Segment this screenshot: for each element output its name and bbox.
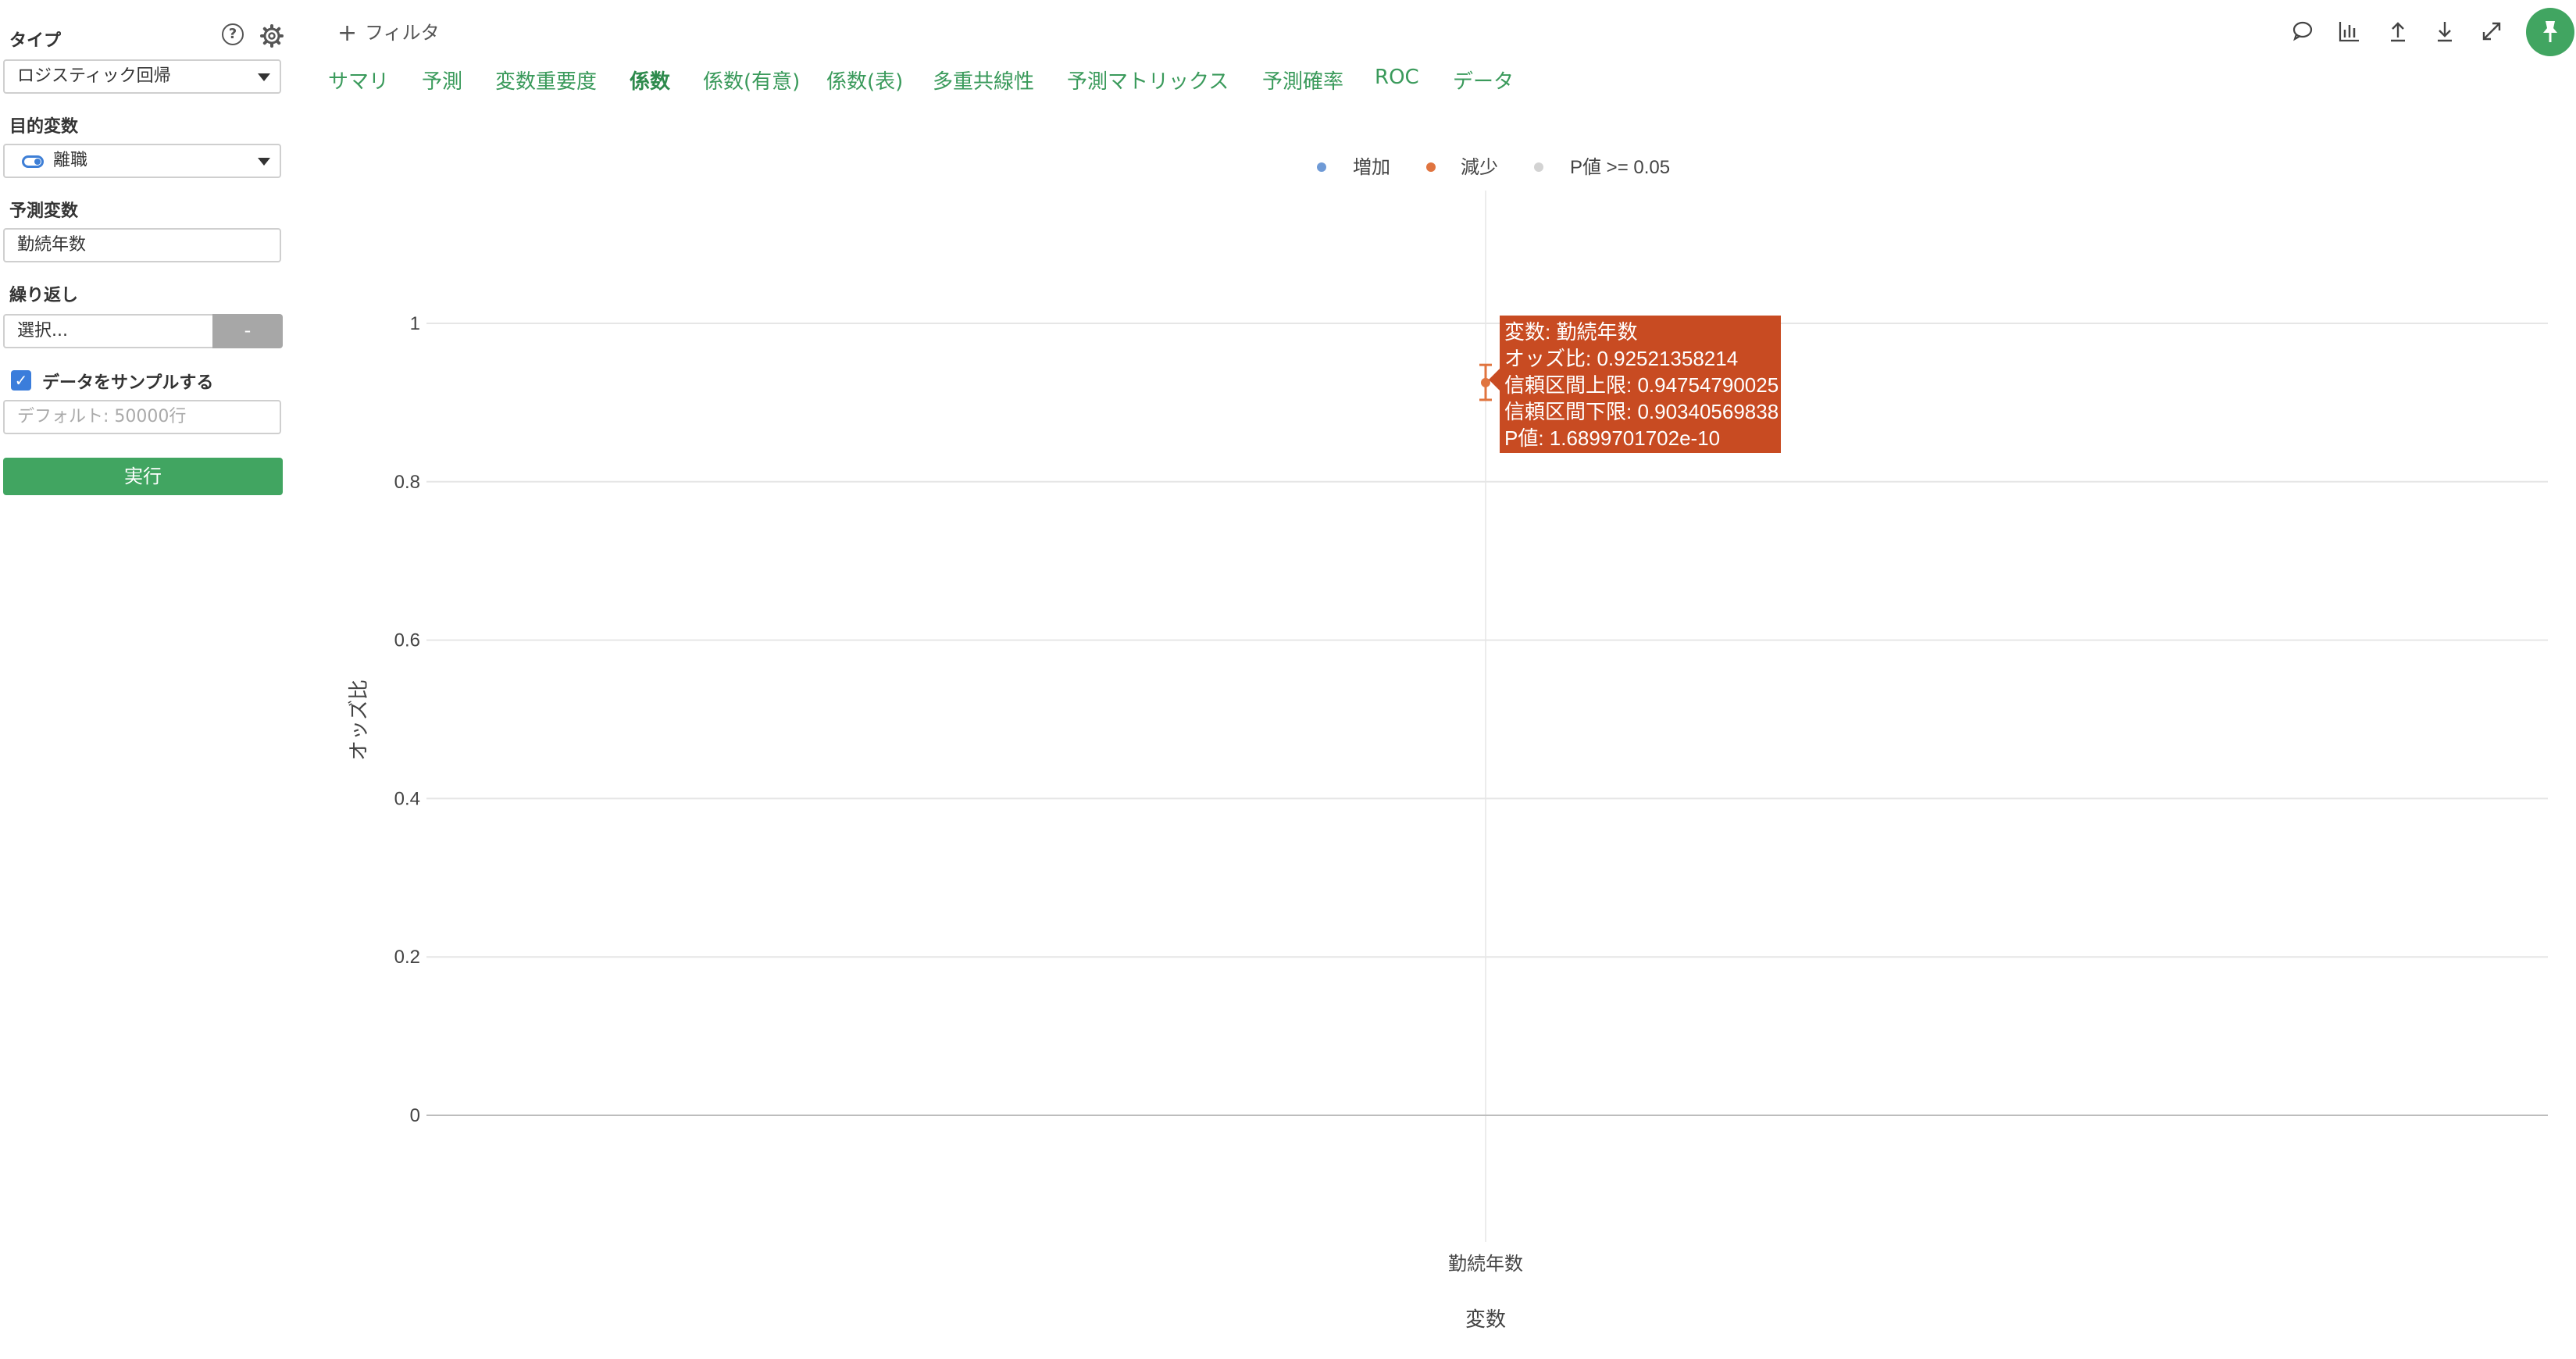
legend-marker bbox=[1317, 162, 1326, 172]
legend-marker bbox=[1426, 162, 1436, 172]
y-tick-label: 0.4 bbox=[394, 788, 420, 809]
legend-marker bbox=[1534, 162, 1543, 172]
tooltip-line: 信頼区間上限: 0.94754790025 bbox=[1504, 373, 1779, 397]
legend-label: P値 >= 0.05 bbox=[1570, 157, 1670, 178]
tooltip-line: 信頼区間下限: 0.90340569838 bbox=[1504, 400, 1779, 423]
tooltip-line: オッズ比: 0.92521358214 bbox=[1504, 347, 1739, 370]
x-tick-label: 勤続年数 bbox=[1448, 1254, 1523, 1275]
odds-ratio-chart: 増加 減少 P値 >= 0.05 0 0.2 0.4 0.6 0.8 1 勤続年数変数 オッズ比 bbox=[347, 157, 2548, 1331]
y-tick-label: 0 bbox=[410, 1105, 420, 1126]
tooltip-line: 変数: 勤続年数 bbox=[1504, 320, 1638, 344]
y-tick-label: 0.6 bbox=[394, 630, 420, 651]
legend-label: 増加 bbox=[1353, 157, 1390, 178]
x-axis-title: 変数 bbox=[1465, 1307, 1506, 1331]
y-tick-label: 0.2 bbox=[394, 947, 420, 968]
y-tick-label: 1 bbox=[410, 313, 420, 334]
y-axis-title: オッズ比 bbox=[347, 680, 370, 761]
app-root: タイプ ? ロジスティック回帰 目的変数 離職 予測変数 勤続年数 繰り返し 選… bbox=[0, 0, 2576, 1359]
legend-label: 減少 bbox=[1461, 157, 1498, 178]
chart-tooltip: 変数: 勤続年数 オッズ比: 0.92521358214 信頼区間上限: 0.9… bbox=[1489, 316, 1781, 453]
y-tick-label: 0.8 bbox=[394, 472, 420, 493]
tooltip-line: P値: 1.6899701702e-10 bbox=[1504, 426, 1721, 450]
